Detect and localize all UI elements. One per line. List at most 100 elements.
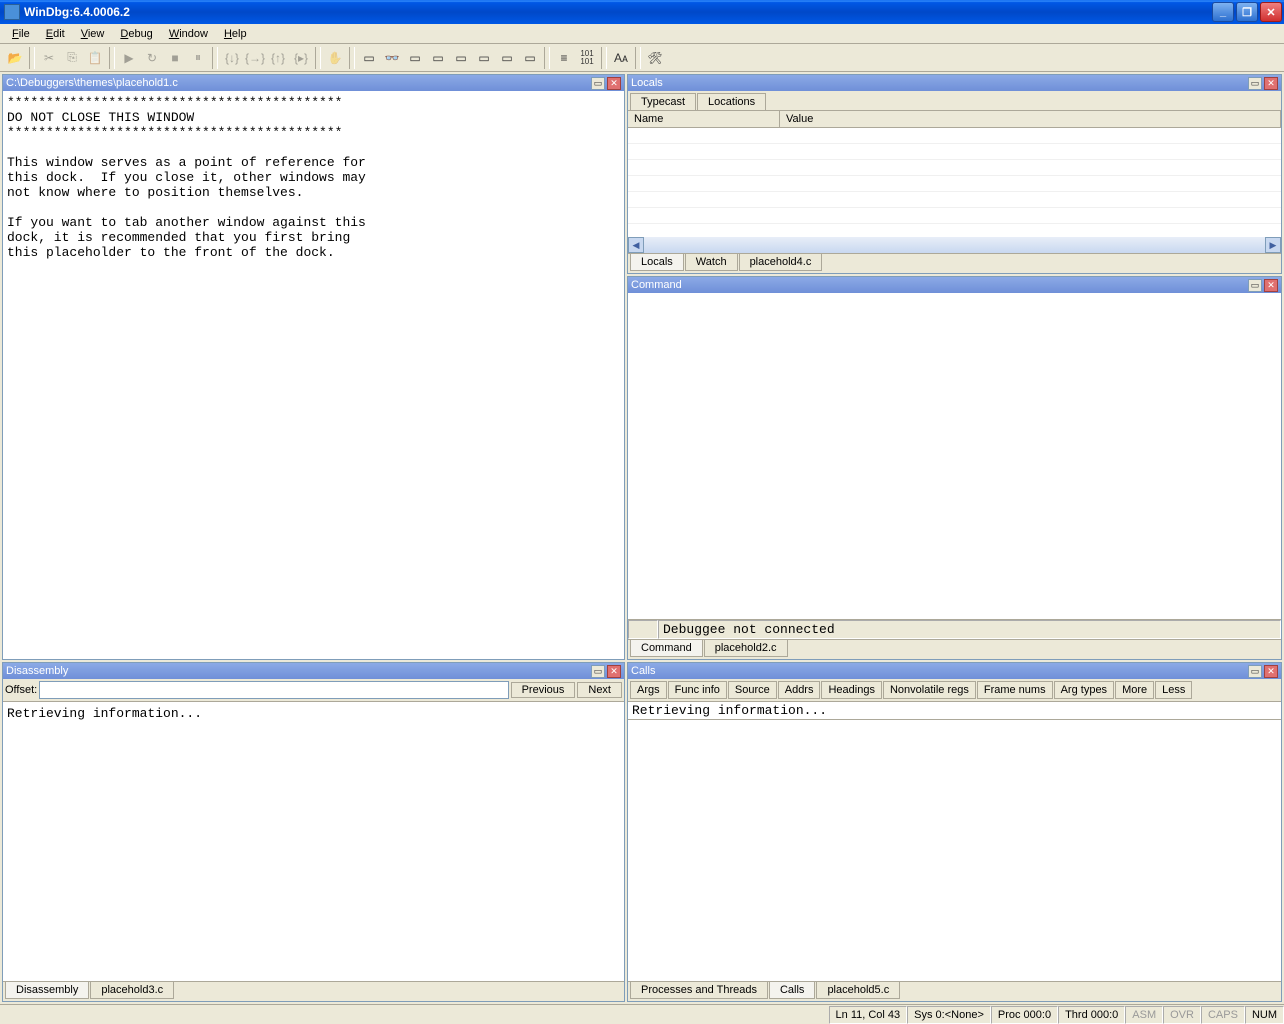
scroll-right-icon[interactable]: ▶ [1265, 237, 1281, 253]
status-sys: Sys 0:<None> [907, 1006, 991, 1024]
breakpoint-icon[interactable]: ✋ [324, 47, 346, 69]
btn-source[interactable]: Source [728, 681, 777, 699]
menu-help[interactable]: Help [216, 26, 255, 42]
maximize-button[interactable]: ❐ [1236, 2, 1258, 22]
btn-func-info[interactable]: Func info [668, 681, 727, 699]
copy-icon[interactable]: ⎘ [61, 47, 83, 69]
menu-edit[interactable]: Edit [38, 26, 73, 42]
go-icon[interactable]: ▶ [118, 47, 140, 69]
calls-body[interactable] [628, 720, 1281, 981]
tab-placehold2[interactable]: placehold2.c [704, 640, 788, 657]
font-icon[interactable]: Aᴀ [610, 47, 632, 69]
menu-file[interactable]: File [4, 26, 38, 42]
dock-icon[interactable]: ▭ [1248, 77, 1262, 90]
btn-args[interactable]: Args [630, 681, 667, 699]
btn-arg-types[interactable]: Arg types [1054, 681, 1114, 699]
tab-locals[interactable]: Locals [630, 254, 684, 271]
locals-pane-titlebar[interactable]: Locals ▭ ✕ [628, 75, 1281, 91]
menu-window[interactable]: Window [161, 26, 216, 42]
previous-button[interactable]: Previous [511, 682, 576, 698]
menu-view[interactable]: View [73, 26, 113, 42]
step-into-icon[interactable]: {↓} [221, 47, 243, 69]
status-num: NUM [1245, 1006, 1284, 1024]
status-ovr: OVR [1163, 1006, 1201, 1024]
tab-typecast[interactable]: Typecast [630, 93, 696, 110]
close-icon[interactable]: ✕ [607, 665, 621, 678]
command-pane: Command ▭ ✕ Debuggee not connected Comma… [627, 276, 1282, 660]
command-pane-title: Command [631, 279, 1246, 291]
source-pane-titlebar[interactable]: C:\Debuggers\themes\placehold1.c ▭ ✕ [3, 75, 624, 91]
app-icon [4, 4, 20, 20]
calls-pane-titlebar[interactable]: Calls ▭ ✕ [628, 663, 1281, 679]
btn-frame-nums[interactable]: Frame nums [977, 681, 1053, 699]
command-pane-titlebar[interactable]: Command ▭ ✕ [628, 277, 1281, 293]
scroll-left-icon[interactable]: ◀ [628, 237, 644, 253]
col-value[interactable]: Value [780, 111, 1281, 127]
binary-icon[interactable]: 101101 [576, 47, 598, 69]
locals-hscroll[interactable]: ◀ ▶ [628, 237, 1281, 253]
break-icon[interactable]: ⏸ [187, 47, 209, 69]
cut-icon[interactable]: ✂ [38, 47, 60, 69]
command-status: Debuggee not connected [658, 620, 1281, 639]
close-icon[interactable]: ✕ [1264, 279, 1278, 292]
calls-pane: Calls ▭ ✕ Args Func info Source Addrs He… [627, 662, 1282, 1002]
options-icon[interactable]: 🛠 [644, 47, 666, 69]
disasm-pane-titlebar[interactable]: Disassembly ▭ ✕ [3, 663, 624, 679]
disasm-text: Retrieving information... [3, 702, 624, 725]
source-mode-icon[interactable]: ≡ [553, 47, 575, 69]
close-icon[interactable]: ✕ [607, 77, 621, 90]
dock-icon[interactable]: ▭ [1248, 279, 1262, 292]
close-button[interactable]: ✕ [1260, 2, 1282, 22]
calls-buttons: Args Func info Source Addrs Headings Non… [628, 679, 1281, 702]
tab-locations[interactable]: Locations [697, 93, 766, 110]
toolbar: 📂 ✂ ⎘ 📋 ▶ ↻ ■ ⏸ {↓} {→} {↑} {▸} ✋ ▭ 👓 ▭ … [0, 44, 1284, 72]
minimize-button[interactable]: _ [1212, 2, 1234, 22]
dock-icon[interactable]: ▭ [1248, 665, 1262, 678]
restart-icon[interactable]: ↻ [141, 47, 163, 69]
btn-addrs[interactable]: Addrs [778, 681, 821, 699]
dock-icon[interactable]: ▭ [591, 77, 605, 90]
tab-placehold3[interactable]: placehold3.c [90, 982, 174, 999]
paste-icon[interactable]: 📋 [84, 47, 106, 69]
memory-window-icon[interactable]: ▭ [450, 47, 472, 69]
locals-pane: Locals ▭ ✕ Typecast Locations Name Value… [627, 74, 1282, 274]
step-over-icon[interactable]: {→} [244, 47, 266, 69]
tab-watch[interactable]: Watch [685, 254, 738, 271]
command-window-icon[interactable]: ▭ [358, 47, 380, 69]
registers-window-icon[interactable]: ▭ [427, 47, 449, 69]
command-output[interactable] [628, 293, 1281, 619]
btn-less[interactable]: Less [1155, 681, 1192, 699]
run-to-cursor-icon[interactable]: {▸} [290, 47, 312, 69]
watch-window-icon[interactable]: 👓 [381, 47, 403, 69]
btn-nonvolatile[interactable]: Nonvolatile regs [883, 681, 976, 699]
scratch-window-icon[interactable]: ▭ [519, 47, 541, 69]
stop-icon[interactable]: ■ [164, 47, 186, 69]
col-name[interactable]: Name [628, 111, 780, 127]
tab-disassembly[interactable]: Disassembly [5, 982, 89, 999]
disasm-window-icon[interactable]: ▭ [496, 47, 518, 69]
tab-processes-threads[interactable]: Processes and Threads [630, 982, 768, 999]
offset-input[interactable] [39, 681, 508, 699]
dock-icon[interactable]: ▭ [591, 665, 605, 678]
source-text[interactable]: ****************************************… [3, 91, 624, 264]
tab-placehold5[interactable]: placehold5.c [816, 982, 900, 999]
locals-pane-title: Locals [631, 77, 1246, 89]
locals-grid[interactable] [628, 128, 1281, 237]
status-lncol: Ln 11, Col 43 [829, 1006, 908, 1024]
btn-headings[interactable]: Headings [821, 681, 881, 699]
menu-debug[interactable]: Debug [112, 26, 160, 42]
open-icon[interactable]: 📂 [4, 47, 26, 69]
close-icon[interactable]: ✕ [1264, 77, 1278, 90]
locals-window-icon[interactable]: ▭ [404, 47, 426, 69]
calls-text: Retrieving information... [628, 702, 1281, 719]
callstack-window-icon[interactable]: ▭ [473, 47, 495, 69]
tab-calls[interactable]: Calls [769, 982, 815, 999]
btn-more[interactable]: More [1115, 681, 1154, 699]
close-icon[interactable]: ✕ [1264, 665, 1278, 678]
status-bar: Ln 11, Col 43 Sys 0:<None> Proc 000:0 Th… [0, 1004, 1284, 1024]
step-out-icon[interactable]: {↑} [267, 47, 289, 69]
tab-placehold4[interactable]: placehold4.c [739, 254, 823, 271]
locals-top-tabs: Typecast Locations [628, 91, 1281, 111]
next-button[interactable]: Next [577, 682, 622, 698]
tab-command[interactable]: Command [630, 640, 703, 657]
